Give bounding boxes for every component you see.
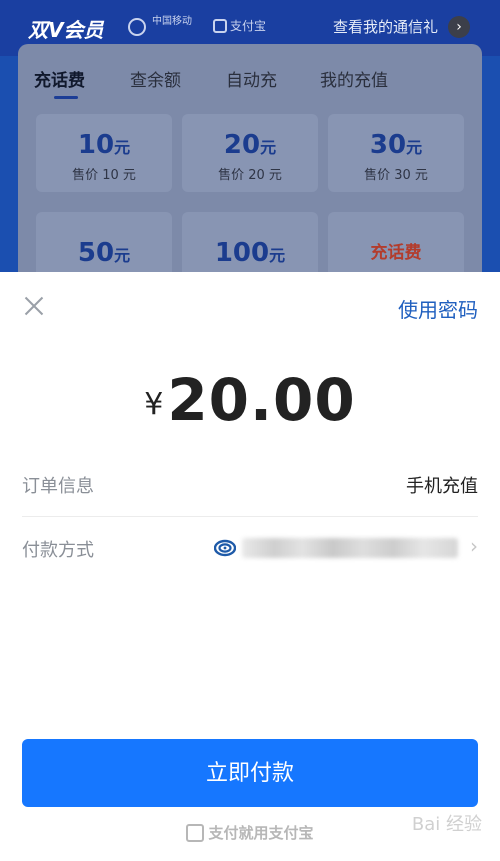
recharge-tile[interactable]: 充话费 — [328, 212, 464, 272]
tile-amount: 100 — [214, 238, 270, 268]
order-info-row: 订单信息 手机充值 — [22, 454, 478, 516]
tile-amount: 50 — [77, 238, 115, 268]
payment-amount: ¥20.00 — [0, 366, 500, 434]
bank-swirl-icon — [214, 539, 236, 557]
payment-method-row[interactable]: 付款方式 › — [22, 518, 478, 580]
tile-unit: 元 — [260, 138, 277, 157]
tile-amount: 30 — [369, 130, 407, 160]
amount-tile-10[interactable]: 10元 售价 10 元 — [36, 114, 172, 192]
china-mobile-icon — [128, 18, 146, 36]
alipay-icon — [186, 823, 205, 842]
recharge-tile-label: 充话费 — [370, 243, 422, 263]
tab-auto-recharge[interactable]: 自动充 — [226, 66, 277, 91]
payment-method-selector[interactable]: › — [214, 534, 478, 564]
baidu-watermark: Bai 经验 — [411, 814, 482, 835]
use-password-link[interactable]: 使用密码 — [398, 294, 478, 323]
order-info-label: 订单信息 — [22, 476, 94, 497]
tab-balance[interactable]: 查余额 — [130, 66, 181, 91]
amount-tile-50[interactable]: 50元 — [36, 212, 172, 272]
tab-my-recharge[interactable]: 我的充值 — [320, 66, 388, 91]
order-info-value: 手机充值 — [406, 476, 478, 497]
chevron-right-icon[interactable]: › — [448, 16, 470, 38]
gift-link[interactable]: 查看我的通信礼 — [333, 16, 438, 37]
recharge-card: 充话费 查余额 自动充 我的充值 10元 售价 10 元 20元 售价 20 元… — [18, 44, 482, 272]
currency-symbol: ¥ — [144, 387, 164, 422]
tile-unit: 元 — [114, 246, 131, 265]
active-tab-indicator — [54, 96, 78, 99]
masked-account — [242, 538, 458, 558]
tile-unit: 元 — [114, 138, 131, 157]
tile-price: 售价 30 元 — [364, 168, 428, 183]
alipay-logo: 支付宝 — [213, 17, 266, 34]
amount-tile-30[interactable]: 30元 售价 30 元 — [328, 114, 464, 192]
payment-method-label: 付款方式 — [22, 540, 94, 561]
background-page: 双V会员 中国移动 支付宝 查看我的通信礼 › 充话费 查余额 自动充 我的充值… — [0, 0, 500, 272]
tile-price: 售价 10 元 — [72, 168, 136, 183]
tile-unit: 元 — [406, 138, 423, 157]
tile-price: 售价 20 元 — [218, 168, 282, 183]
tile-unit: 元 — [269, 246, 286, 265]
close-icon[interactable] — [22, 294, 46, 318]
chevron-right-icon: › — [470, 534, 478, 558]
tile-amount: 20 — [223, 130, 261, 160]
divider — [22, 516, 478, 517]
payment-sheet: 使用密码 ¥20.00 订单信息 手机充值 付款方式 › 立即付款 支付就用支付… — [0, 272, 500, 861]
amount-tile-20[interactable]: 20元 售价 20 元 — [182, 114, 318, 192]
recharge-tabs: 充话费 查余额 自动充 我的充值 — [18, 44, 482, 104]
alipay-icon — [213, 18, 227, 33]
amount-tile-100[interactable]: 100元 — [182, 212, 318, 272]
amount-value: 20.00 — [167, 366, 356, 434]
brand-title: 双V会员 — [28, 18, 104, 42]
pay-now-button[interactable]: 立即付款 — [22, 739, 478, 807]
tile-amount: 10 — [77, 130, 115, 160]
china-mobile-logo: 中国移动 — [128, 14, 208, 40]
tab-recharge[interactable]: 充话费 — [34, 66, 85, 91]
